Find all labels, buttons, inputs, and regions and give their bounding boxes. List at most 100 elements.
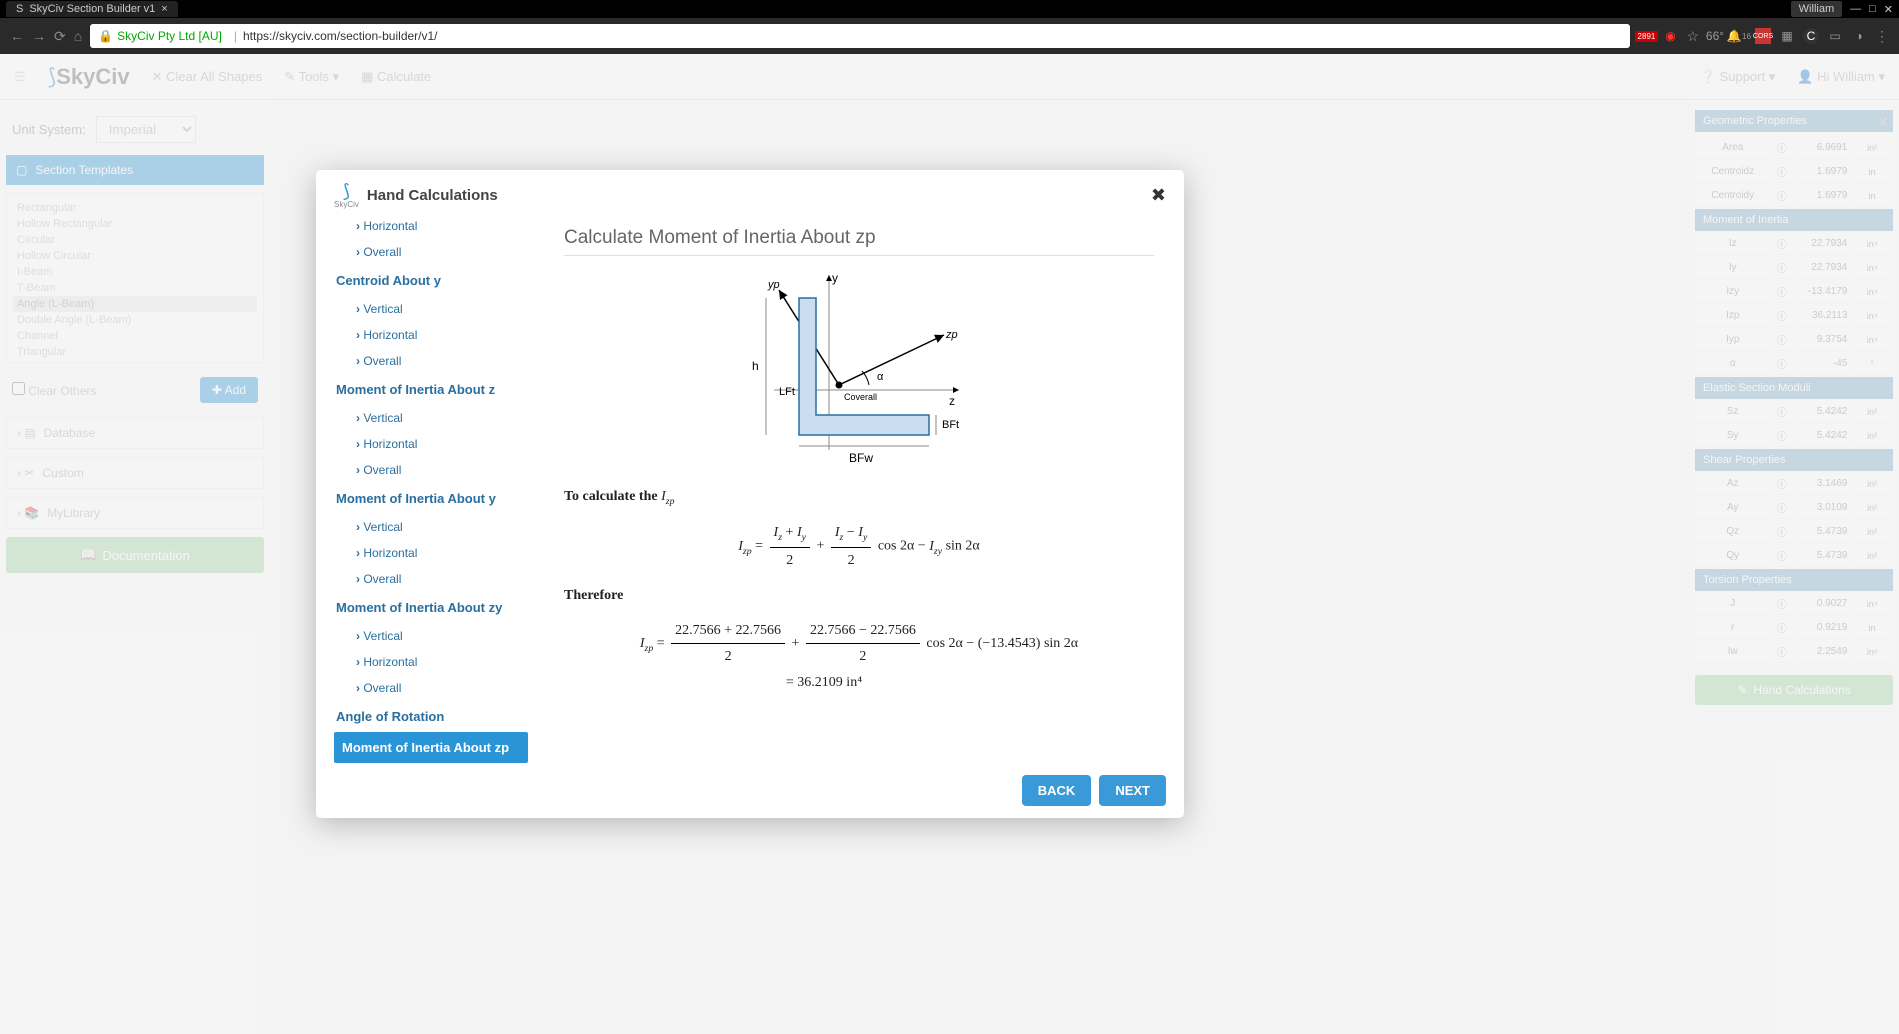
sidebar-item-database[interactable]: › ▤ Database xyxy=(6,417,264,449)
nav-subitem[interactable]: Horizontal xyxy=(334,540,528,566)
nav-subitem[interactable]: Horizontal xyxy=(334,649,528,675)
formula-symbolic: Izp = Iz + Iy2 + Iz − Iy2 cos 2α − Izy s… xyxy=(564,520,1154,573)
modal-nav[interactable]: AreaCentroid About zVerticalHorizontalOv… xyxy=(334,221,534,763)
nav-subitem[interactable]: Overall xyxy=(334,566,528,592)
close-icon[interactable]: ✕ xyxy=(1873,110,1893,135)
nav-subitem[interactable]: Horizontal xyxy=(334,322,528,348)
content-title: Calculate Moment of Inertia About zp xyxy=(564,227,1154,256)
hamburger-icon[interactable]: ☰ xyxy=(14,69,26,85)
svg-text:LFt: LFt xyxy=(779,386,795,398)
ext-icon-g[interactable]: ▦ xyxy=(1779,28,1795,44)
nav-section[interactable]: Moment of Inertia About z xyxy=(334,374,528,405)
nav-subitem[interactable]: Overall xyxy=(334,675,528,701)
shear-header: Shear Properties xyxy=(1695,449,1893,471)
template-item[interactable]: Circular xyxy=(13,232,257,248)
user-dropdown[interactable]: 👤 Hi William ▾ xyxy=(1797,69,1885,85)
nav-subitem[interactable]: Vertical xyxy=(334,623,528,649)
forward-icon[interactable]: → xyxy=(32,28,46,44)
svg-text:zp: zp xyxy=(945,329,958,341)
template-item[interactable]: Hollow Rectangular xyxy=(13,216,257,232)
url-org: SkyCiv Pty Ltd [AU] xyxy=(117,29,222,43)
close-icon[interactable]: × xyxy=(161,3,167,15)
template-item[interactable]: Angle (L-Beam) xyxy=(13,296,257,312)
nav-subitem[interactable]: Overall xyxy=(334,457,528,483)
template-item[interactable]: T-Beam xyxy=(13,280,257,296)
nav-section[interactable]: Moment of Inertia About zy xyxy=(334,592,528,623)
unit-label: Unit System: xyxy=(12,122,86,137)
table-row: Qzⓘ5.4739in³ xyxy=(1697,521,1891,543)
table-row: Izⓘ22.7934in⁴ xyxy=(1697,233,1891,255)
svg-text:BFt: BFt xyxy=(942,419,959,431)
table-row: Izyⓘ-13.4179in⁴ xyxy=(1697,281,1891,303)
tab-title: SkyCiv Section Builder v1 xyxy=(29,3,155,15)
nav-subitem[interactable]: Vertical xyxy=(334,405,528,431)
maximize-icon[interactable]: □ xyxy=(1869,3,1876,15)
nav-subitem[interactable]: Overall xyxy=(334,348,528,374)
esm-table: Szⓘ5.4242in³Syⓘ5.4242in³ xyxy=(1695,399,1893,449)
minimize-icon[interactable]: — xyxy=(1850,3,1861,15)
template-item[interactable]: Hollow Circular xyxy=(13,248,257,264)
ext-icon-cors[interactable]: CORS xyxy=(1755,28,1771,44)
section-templates-header[interactable]: ▢ Section Templates xyxy=(6,155,264,185)
modal-content: Calculate Moment of Inertia About zp y z… xyxy=(534,221,1174,763)
back-icon[interactable]: ← xyxy=(10,28,24,44)
svg-text:BFw: BFw xyxy=(849,451,873,465)
svg-text:z: z xyxy=(949,394,955,408)
ext-icon-notif[interactable]: 🔔16 xyxy=(1731,28,1747,44)
template-item[interactable]: Triangular xyxy=(13,344,257,360)
table-row: Ayⓘ3.0109in² xyxy=(1697,497,1891,519)
support-dropdown[interactable]: ❔ Support ▾ xyxy=(1700,69,1776,85)
close-icon[interactable]: ✖ xyxy=(1151,185,1166,206)
url-input[interactable]: 🔒 SkyCiv Pty Ltd [AU] | https://skyciv.c… xyxy=(90,24,1630,48)
documentation-button[interactable]: 📖 Documentation xyxy=(6,537,264,573)
sidebar-item-custom[interactable]: › ✂ Custom xyxy=(6,457,264,489)
home-icon[interactable]: ⌂ xyxy=(74,28,82,44)
template-list[interactable]: RectangularHollow RectangularCircularHol… xyxy=(6,193,264,363)
nav-subitem[interactable]: Vertical xyxy=(334,514,528,540)
calculate-button[interactable]: ▦ Calculate xyxy=(361,69,431,85)
template-item[interactable]: Double Angle (L-Beam) xyxy=(13,312,257,328)
nav-subitem[interactable]: Horizontal xyxy=(334,221,528,239)
nav-section[interactable]: Angle of Rotation xyxy=(334,701,528,732)
table-row: Syⓘ5.4242in³ xyxy=(1697,425,1891,447)
intro-text: To calculate the xyxy=(564,489,661,504)
ext-icon-o[interactable]: ◑ xyxy=(1851,28,1867,44)
clear-shapes-button[interactable]: ✕ Clear All Shapes xyxy=(152,69,263,85)
nav-subitem[interactable]: Overall xyxy=(334,239,528,265)
reload-icon[interactable]: ⟳ xyxy=(54,28,66,45)
table-row: rⓘ0.9219in xyxy=(1697,617,1891,639)
ext-icon-1[interactable]: 2891 xyxy=(1638,28,1654,44)
table-row: Azⓘ3.1469in² xyxy=(1697,473,1891,495)
star-icon[interactable]: ☆ xyxy=(1686,28,1699,45)
window-close-icon[interactable]: ✕ xyxy=(1884,3,1893,16)
nav-section[interactable]: Moment of Inertia About y xyxy=(334,483,528,514)
ext-icon-x[interactable]: ▭ xyxy=(1827,28,1843,44)
nav-section[interactable]: Centroid About y xyxy=(334,265,528,296)
browser-tab[interactable]: S SkyCiv Section Builder v1 × xyxy=(6,1,178,17)
ext-icon-weather[interactable]: 66° xyxy=(1707,28,1723,44)
table-row: Jⓘ0.9027in⁴ xyxy=(1697,593,1891,615)
nav-section[interactable]: Moment of Inertia About zp xyxy=(334,732,528,763)
moi-header: Moment of Inertia xyxy=(1695,209,1893,231)
ext-icon-c[interactable]: C xyxy=(1803,28,1819,44)
menu-icon[interactable]: ⋮ xyxy=(1875,28,1889,45)
nav-subitem[interactable]: Vertical xyxy=(334,296,528,322)
template-item[interactable]: Channel xyxy=(13,328,257,344)
add-button[interactable]: ✚ Add xyxy=(200,377,258,403)
modal-title: Hand Calculations xyxy=(367,187,498,204)
table-row: Iyⓘ22.7934in⁴ xyxy=(1697,257,1891,279)
nav-subitem[interactable]: Horizontal xyxy=(334,431,528,457)
unit-select[interactable]: Imperial xyxy=(96,116,196,143)
ext-icon-adblock[interactable]: ◉ xyxy=(1662,28,1678,44)
template-item[interactable]: Rectangular xyxy=(13,200,257,216)
clear-others-checkbox[interactable]: Clear Others xyxy=(12,382,96,398)
back-button[interactable]: BACK xyxy=(1022,775,1092,806)
template-item[interactable]: I-Beam xyxy=(13,264,257,280)
sidebar-item-mylibrary[interactable]: › 📚 MyLibrary xyxy=(6,497,264,529)
tools-dropdown[interactable]: ✎ Tools ▾ xyxy=(284,69,339,85)
next-button[interactable]: NEXT xyxy=(1099,775,1166,806)
hand-calculations-button[interactable]: ✎ Hand Calculations xyxy=(1695,675,1893,705)
table-row: Centroidzⓘ1.6979in xyxy=(1697,161,1891,183)
template-item[interactable]: Hollow Triangular xyxy=(13,360,257,363)
browser-address-bar: ← → ⟳ ⌂ 🔒 SkyCiv Pty Ltd [AU] | https://… xyxy=(0,18,1899,54)
